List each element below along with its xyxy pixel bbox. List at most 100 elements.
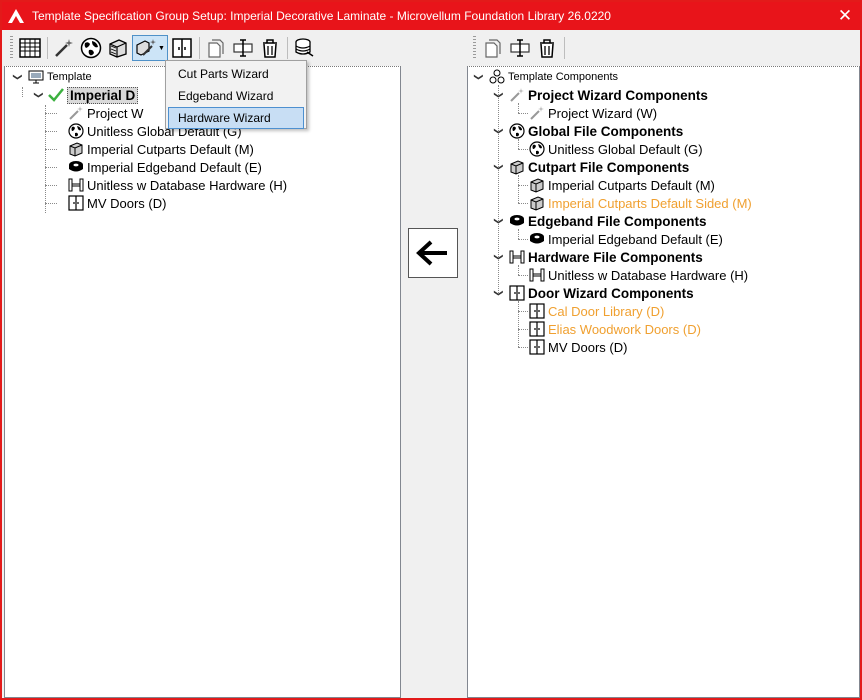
globe-icon [67, 122, 85, 140]
tree-group-global[interactable]: Global File Components [508, 122, 683, 140]
tree-item[interactable]: Unitless Global Default (G) [528, 140, 703, 158]
tree-node-label: Imperial Edgeband Default (E) [87, 159, 262, 175]
tree-item[interactable]: Unitless w Database Hardware (H) [528, 266, 748, 284]
toolbar-separator [564, 37, 565, 59]
tree-line [22, 87, 23, 97]
tree-item[interactable]: Project Wizard (W) [528, 104, 657, 122]
cube-icon [528, 194, 546, 212]
tree-node-edgeband[interactable]: Imperial Edgeband Default (E) [67, 158, 262, 176]
door-icon [528, 302, 546, 320]
template-pane: ▼ ❯ Template ❯ Imperial D Project W Unit… [4, 32, 401, 698]
globe-icon[interactable] [78, 35, 104, 61]
tree-node-label: Project W [87, 105, 144, 121]
tree-line [45, 185, 57, 186]
tree-group-project-wizard[interactable]: Project Wizard Components [508, 86, 708, 104]
expand-chevron-icon[interactable]: ❯ [474, 72, 485, 82]
template-tree[interactable]: ❯ Template ❯ Imperial D Project W Unitle… [4, 66, 401, 698]
tree-group-label: Project Wizard Components [528, 87, 708, 103]
close-icon[interactable]: ✕ [834, 5, 856, 27]
tree-line [518, 275, 528, 276]
transfer-left-button[interactable] [408, 228, 458, 278]
tree-line [518, 103, 519, 113]
wizard-dropdown-menu: Cut Parts Wizard Edgeband Wizard Hardwar… [165, 60, 307, 129]
tree-line [518, 139, 519, 149]
tree-item[interactable]: Cal Door Library (D) [528, 302, 664, 320]
rename-icon[interactable] [507, 35, 533, 61]
tree-line [518, 329, 528, 330]
copy-icon[interactable] [203, 35, 229, 61]
tree-group-edgeband[interactable]: Edgeband File Components [508, 212, 707, 230]
window-title: Template Specification Group Setup: Impe… [32, 9, 611, 23]
expand-chevron-icon[interactable]: ❯ [34, 90, 45, 100]
expand-chevron-icon[interactable]: ❯ [494, 126, 505, 136]
tree-item[interactable]: Elias Woodwork Doors (D) [528, 320, 701, 338]
tree-item[interactable]: Imperial Cutparts Default (M) [528, 176, 715, 194]
expand-chevron-icon[interactable]: ❯ [494, 90, 505, 100]
expand-chevron-icon[interactable]: ❯ [494, 162, 505, 172]
wizard-dropdown-button[interactable]: ▼ [132, 35, 168, 61]
globe-icon [508, 122, 526, 140]
tree-group-door-wizard[interactable]: Door Wizard Components [508, 284, 694, 302]
expand-chevron-icon[interactable]: ❯ [494, 216, 505, 226]
magic-wand-icon[interactable] [51, 35, 77, 61]
tree-line [518, 239, 528, 240]
toolbar-grip[interactable] [10, 36, 13, 60]
tree-root-template-components[interactable]: Template Components [488, 68, 618, 86]
tree-group-hardware[interactable]: Hardware File Components [508, 248, 703, 266]
edgeband-icon [67, 158, 85, 176]
tree-node-project-wizard[interactable]: Project W [67, 104, 143, 122]
tree-group-cutpart[interactable]: Cutpart File Components [508, 158, 689, 176]
tree-node-label: MV Doors (D) [87, 195, 167, 211]
door-icon [67, 194, 85, 212]
title-bar[interactable]: Template Specification Group Setup: Impe… [2, 2, 860, 30]
expand-chevron-icon[interactable]: ❯ [494, 252, 505, 262]
tree-group-label: Global File Components [528, 123, 684, 139]
door-icon[interactable] [169, 35, 195, 61]
tree-line [45, 105, 46, 213]
tree-item[interactable]: MV Doors (D) [528, 338, 627, 356]
wand-icon [67, 104, 85, 122]
grid-icon[interactable] [17, 35, 43, 61]
menu-item-hardware-wizard[interactable]: Hardware Wizard [168, 107, 304, 129]
menu-item-edgeband-wizard[interactable]: Edgeband Wizard [168, 85, 304, 107]
delete-icon[interactable] [534, 35, 560, 61]
hardware-icon [508, 248, 526, 266]
delete-icon[interactable] [257, 35, 283, 61]
rename-icon[interactable] [230, 35, 256, 61]
tree-node-doors[interactable]: MV Doors (D) [67, 194, 166, 212]
tree-node-selected-label: Imperial D [67, 86, 139, 104]
tree-line [45, 167, 57, 168]
components-tree[interactable]: ❯ Template Components ❯ Project Wizard C… [467, 66, 860, 698]
door-icon [528, 320, 546, 338]
tree-line [45, 203, 57, 204]
right-toolbar [467, 32, 860, 64]
edgeband-icon [508, 212, 526, 230]
tree-node-label: Unitless w Database Hardware (H) [87, 177, 288, 193]
copy-icon[interactable] [480, 35, 506, 61]
app-window: Template Specification Group Setup: Impe… [0, 0, 862, 700]
tree-line [518, 347, 528, 348]
microvellum-logo-icon [5, 5, 27, 27]
tree-item[interactable]: Imperial Edgeband Default (E) [528, 230, 723, 248]
globe-icon [528, 140, 546, 158]
tree-item-label: Unitless Global Default (G) [548, 141, 703, 157]
tree-node-cutparts[interactable]: Imperial Cutparts Default (M) [67, 140, 254, 158]
tree-root-template[interactable]: Template [27, 68, 92, 86]
toolbar-separator [47, 37, 48, 59]
tree-item[interactable]: Imperial Cutparts Default Sided (M) [528, 194, 752, 212]
menu-item-cut-parts-wizard[interactable]: Cut Parts Wizard [168, 63, 304, 85]
tree-item-label: Project Wizard (W) [548, 105, 658, 121]
tree-root-label: Template Components [508, 71, 619, 83]
tree-line [518, 185, 528, 186]
toolbar-grip[interactable] [473, 36, 476, 60]
database-icon[interactable] [291, 35, 317, 61]
expand-chevron-icon[interactable]: ❯ [494, 288, 505, 298]
cube-icon[interactable] [105, 35, 131, 61]
tree-node-selected-spec[interactable]: Imperial D [47, 86, 139, 104]
tree-node-hardware[interactable]: Unitless w Database Hardware (H) [67, 176, 287, 194]
components-pane: ❯ Template Components ❯ Project Wizard C… [467, 32, 860, 698]
tree-item-label: MV Doors (D) [548, 339, 628, 355]
expand-chevron-icon[interactable]: ❯ [13, 72, 24, 82]
checkmark-icon [47, 86, 65, 104]
tree-group-label: Cutpart File Components [528, 159, 690, 175]
